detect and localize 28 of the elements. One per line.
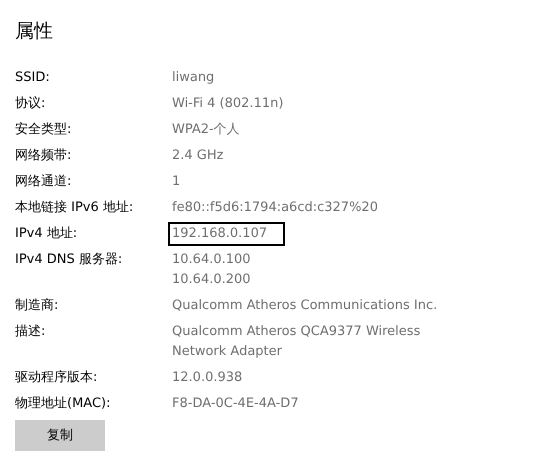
property-label: 描述: bbox=[15, 323, 46, 341]
property-value: Network Adapter bbox=[171, 343, 283, 361]
property-label: 安全类型: bbox=[15, 121, 72, 139]
property-value: Qualcomm Atheros Communications Inc. bbox=[171, 297, 438, 315]
property-value: fe80::f5d6:1794:a6cd:c327%20 bbox=[171, 199, 379, 217]
property-label: SSID: bbox=[15, 69, 51, 87]
property-label: 驱动程序版本: bbox=[15, 369, 98, 387]
property-label: IPv4 地址: bbox=[15, 225, 78, 243]
section-title: 属性 bbox=[15, 19, 54, 44]
property-label: 制造商: bbox=[15, 297, 60, 315]
property-value: 12.0.0.938 bbox=[171, 369, 244, 387]
property-label: 网络频带: bbox=[15, 147, 72, 165]
property-value: Wi-Fi 4 (802.11n) bbox=[171, 95, 284, 113]
property-value: 10.64.0.100 bbox=[171, 251, 252, 269]
property-value: liwang bbox=[171, 69, 216, 87]
property-value: 2.4 GHz bbox=[171, 147, 224, 165]
copy-button[interactable]: 复制 bbox=[15, 420, 105, 451]
property-value: 1 bbox=[171, 173, 182, 191]
property-value: 192.168.0.107 bbox=[168, 222, 286, 246]
property-label: 物理地址(MAC): bbox=[15, 395, 112, 413]
property-value: WPA2-个人 bbox=[171, 121, 241, 139]
property-label: 网络通道: bbox=[15, 173, 72, 191]
property-label: IPv4 DNS 服务器: bbox=[15, 251, 124, 269]
property-value: 10.64.0.200 bbox=[171, 271, 252, 289]
property-label: 本地链接 IPv6 地址: bbox=[15, 199, 134, 217]
property-label: 协议: bbox=[15, 95, 46, 113]
property-value: F8-DA-0C-4E-4A-D7 bbox=[171, 395, 300, 413]
property-value: Qualcomm Atheros QCA9377 Wireless bbox=[171, 323, 422, 341]
